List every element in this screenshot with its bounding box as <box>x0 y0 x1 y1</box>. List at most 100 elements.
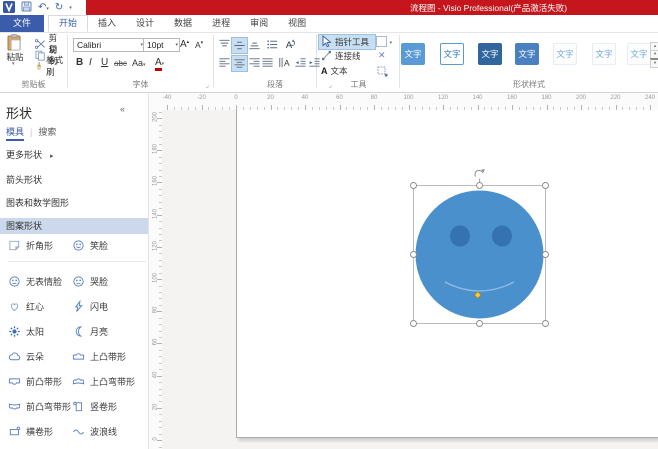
bold-button[interactable]: B <box>76 57 83 68</box>
ribbon: 粘贴 ▾ 剪切 复制 格式刷 剪贴板 Calibri ▾ 10pt ▾ A▴ A▾ … <box>0 33 658 93</box>
selection-handle[interactable] <box>410 251 417 258</box>
selection-handle[interactable] <box>410 320 417 327</box>
undo-button[interactable]: ↶▾ <box>38 2 49 14</box>
font-dialog-launcher-icon[interactable]: ⌟ <box>206 81 209 89</box>
stencil-shape[interactable]: 竖卷形 <box>72 394 146 419</box>
align-top-icon[interactable] <box>217 37 232 52</box>
tab-设计[interactable]: 设计 <box>126 15 164 32</box>
tab-stencils[interactable]: 模具 <box>6 127 25 141</box>
stencil-shape[interactable]: 太阳 <box>8 319 72 344</box>
stencil-shape[interactable]: 波浪线 <box>72 419 146 444</box>
stencil-category-图表和数学图形[interactable]: 图表和数学图形 <box>0 192 148 215</box>
vertical-text-icon[interactable]: A <box>276 55 291 70</box>
font-color-button[interactable]: A▾ <box>155 57 164 71</box>
tab-数据[interactable]: 数据 <box>164 15 202 32</box>
strikethrough-button[interactable]: abc <box>114 59 127 68</box>
qat-customize-icon[interactable]: ▾ <box>69 5 72 11</box>
stencil-shape[interactable]: 横卷形 <box>8 419 72 444</box>
shape-style-swatch-2[interactable]: 文字 <box>440 43 464 65</box>
align-middle-icon[interactable] <box>231 37 248 54</box>
stencil-shape[interactable]: 云朵 <box>8 344 72 369</box>
save-icon[interactable] <box>21 1 32 14</box>
redo-icon[interactable]: ↻ <box>55 2 63 14</box>
gallery-more-icon[interactable]: ▾ <box>650 58 658 68</box>
text-tool-button[interactable]: A 文本 <box>319 64 350 78</box>
connector-tool-button[interactable]: 连接线 <box>319 49 363 63</box>
stencil-shape[interactable]: 折角形 <box>8 233 72 258</box>
wave-icon <box>72 425 86 439</box>
tab-视图[interactable]: 视图 <box>278 15 316 32</box>
format-painter-icon <box>37 61 41 70</box>
justify-icon[interactable] <box>260 55 275 70</box>
selection-handle[interactable] <box>542 320 549 327</box>
tab-进程[interactable]: 进程 <box>202 15 240 32</box>
underline-button[interactable]: U <box>101 57 108 68</box>
align-bottom-icon[interactable] <box>247 37 262 52</box>
connection-point-icon[interactable]: ✕ <box>378 50 386 61</box>
selection-handle[interactable] <box>476 182 483 189</box>
stencil-shape[interactable]: 红心 <box>8 294 72 319</box>
smiley-left-eye <box>450 225 470 247</box>
selection-handle[interactable] <box>410 182 417 189</box>
stencil-shape[interactable]: 无表情脸 <box>8 269 72 294</box>
title-bar: ↶▾ ↻ ▾ 流程图 - Visio Professional(产品激活失败) <box>0 0 658 15</box>
ruler-label: 200 <box>575 95 587 101</box>
font-size-select[interactable]: 10pt ▾ <box>143 38 180 52</box>
stencil-category-箭头形状[interactable]: 箭头形状 <box>0 169 148 192</box>
decrease-indent-icon[interactable] <box>293 55 308 70</box>
stencil-shape-label: 前凸弯带形 <box>26 402 72 412</box>
stencil-shape[interactable]: 哭脸 <box>72 269 146 294</box>
more-shapes-item[interactable]: 更多形状 ▸ <box>6 148 54 161</box>
tab-file[interactable]: 文件 <box>0 15 44 32</box>
connector-icon <box>321 50 332 63</box>
ruler-label: 20 <box>267 95 274 101</box>
shape-style-swatch-1[interactable]: 文字 <box>401 43 425 65</box>
tab-开始[interactable]: 开始 <box>48 15 89 32</box>
shape-style-swatch-5[interactable]: 文字 <box>553 43 577 65</box>
shrink-font-button[interactable]: A▾ <box>195 40 203 50</box>
stencil-shape-label: 前凸带形 <box>26 377 63 387</box>
stencil-shape[interactable]: 笑脸 <box>72 233 146 258</box>
stencil-shape[interactable]: 前凸带形 <box>8 369 72 394</box>
ruler-label: 100 <box>403 95 414 101</box>
tab-插入[interactable]: 插入 <box>88 15 126 32</box>
stencil-category-图案形状[interactable]: 图案形状 <box>0 218 148 234</box>
stencil-shape[interactable]: 月亮 <box>72 319 146 344</box>
ruler-label: 60 <box>336 95 343 101</box>
rectangle-tool-button[interactable]: ▾ <box>376 36 392 48</box>
selection-handle[interactable] <box>476 320 483 327</box>
shape-style-swatch-3[interactable]: 文字 <box>478 43 502 65</box>
selection-handle[interactable] <box>542 251 549 258</box>
rotation-handle[interactable] <box>474 169 484 177</box>
grow-font-button[interactable]: A▴ <box>180 39 189 50</box>
stencil-shape[interactable]: 上凸带形 <box>72 344 146 369</box>
ruler-label: 220 <box>610 95 621 101</box>
tab-search[interactable]: 搜索 <box>38 127 56 137</box>
paste-dropdown-icon[interactable]: ▾ <box>12 61 15 67</box>
selection-handle[interactable] <box>542 182 549 189</box>
format-painter-button[interactable]: 格式刷 <box>33 55 67 77</box>
bullets-icon[interactable] <box>265 37 280 52</box>
stencil-shape[interactable]: 上凸弯带形 <box>72 369 146 394</box>
smiley-shape[interactable] <box>415 190 544 319</box>
shape-style-swatch-4[interactable]: 文字 <box>515 43 539 65</box>
pointer-tool-button[interactable]: 指针工具 <box>318 34 376 50</box>
collapse-panel-icon[interactable]: « <box>120 104 125 114</box>
align-center-icon[interactable] <box>231 55 248 72</box>
ruler-label: -20 <box>197 95 206 101</box>
shape-style-swatch-6[interactable]: 文字 <box>592 43 616 65</box>
area-select-icon[interactable] <box>376 65 388 79</box>
paste-label[interactable]: 粘贴 <box>5 51 25 63</box>
stencil-shape[interactable]: 闪电 <box>72 294 146 319</box>
tab-审阅[interactable]: 审阅 <box>240 15 278 32</box>
text-direction-icon[interactable]: A <box>283 37 298 52</box>
shape-style-swatch-7[interactable]: 文字 <box>627 43 651 65</box>
font-family-select[interactable]: Calibri ▾ <box>73 38 145 52</box>
ruler-label: 180 <box>152 144 159 155</box>
italic-button[interactable]: I <box>89 57 92 68</box>
align-left-icon[interactable] <box>217 55 232 70</box>
stencil-shape[interactable]: 前凸弯带形 <box>8 394 72 419</box>
drawing-canvas[interactable] <box>162 110 658 449</box>
stencil-shape[interactable]: 双波形 <box>8 444 72 449</box>
change-case-button[interactable]: Aa▾ <box>132 58 146 68</box>
